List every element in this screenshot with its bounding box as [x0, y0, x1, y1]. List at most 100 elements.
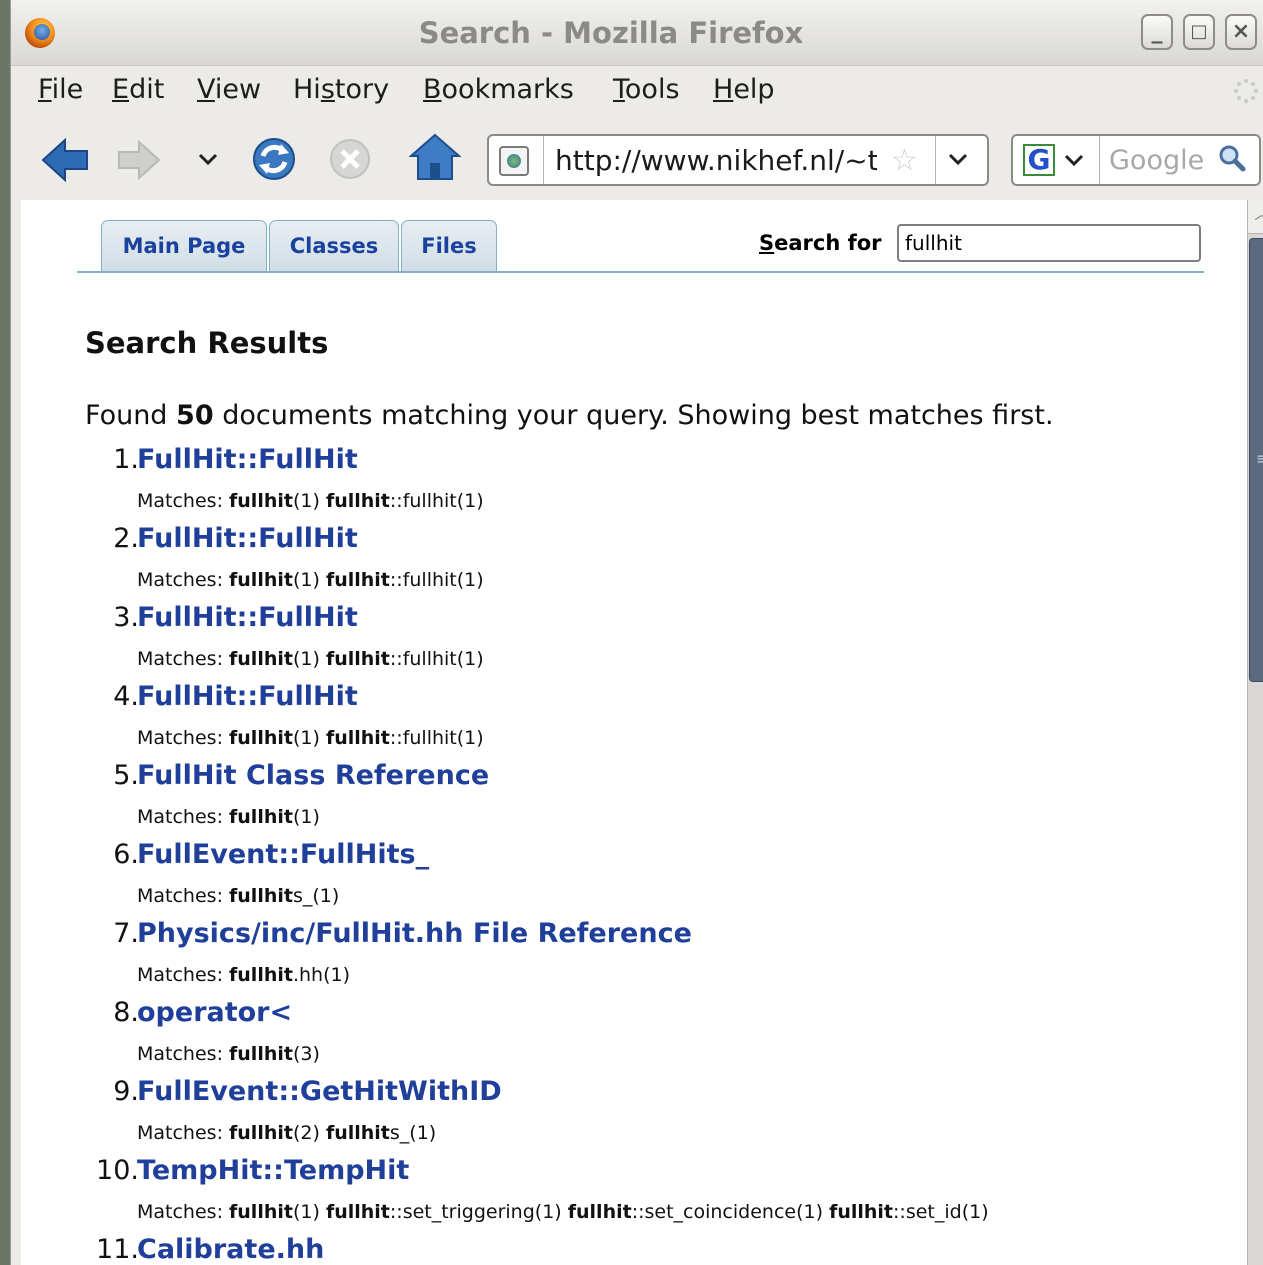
result-link[interactable]: FullEvent::FullHits_: [137, 839, 429, 870]
bookmark-star-icon[interactable]: ☆: [891, 146, 918, 176]
menu-file[interactable]: File: [38, 74, 83, 105]
matches-label: Matches:: [137, 806, 230, 828]
menu-view[interactable]: View: [197, 74, 261, 105]
result-matches: Matches: fullhit(1) fullhit::fullhit(1): [137, 727, 484, 749]
google-engine-icon[interactable]: G: [1023, 144, 1055, 176]
result-matches: Matches: fullhit(1): [137, 806, 320, 828]
result-item: 5. FullHit Class Reference Matches: fullhi…: [21, 758, 1247, 837]
minimize-button[interactable]: _: [1141, 14, 1173, 50]
result-link[interactable]: Calibrate.hh: [137, 1234, 324, 1265]
stop-icon[interactable]: [329, 138, 371, 180]
result-link[interactable]: FullHit::FullHit: [137, 444, 358, 475]
menu-tools[interactable]: Tools: [613, 74, 680, 105]
url-history-dropdown-icon[interactable]: [947, 147, 969, 171]
divider: [543, 136, 544, 184]
result-link[interactable]: FullHit::FullHit: [137, 681, 358, 712]
result-link[interactable]: Physics/inc/FullHit.hh File Reference: [137, 918, 692, 949]
result-link[interactable]: FullHit::FullHit: [137, 523, 358, 554]
result-matches: Matches: fullhit(1) fullhit::fullhit(1): [137, 490, 484, 512]
result-matches: Matches: fullhit(1) fullhit::fullhit(1): [137, 569, 484, 591]
match-term: fullhit: [325, 727, 390, 749]
result-matches: Matches: fullhit(3): [137, 1043, 320, 1065]
scrollbar-thumb[interactable]: ≡: [1249, 238, 1263, 682]
matches-label: Matches:: [137, 648, 230, 670]
match-term: fullhit: [229, 727, 293, 749]
search-input[interactable]: [897, 224, 1201, 262]
tab-main-page[interactable]: Main Page: [101, 220, 267, 272]
window-title: Search - Mozilla Firefox: [418, 16, 804, 50]
browser-window: Search - Mozilla Firefox _ □ × File Edit…: [10, 0, 1263, 1265]
reload-icon[interactable]: [251, 136, 297, 182]
history-dropdown-icon[interactable]: [197, 152, 219, 168]
result-number: 8.: [113, 997, 139, 1028]
back-arrow-icon[interactable]: [41, 138, 91, 182]
forward-arrow-icon[interactable]: [117, 140, 161, 180]
matches-label: Matches:: [137, 885, 230, 907]
search-icon[interactable]: [1218, 144, 1246, 172]
web-search-placeholder[interactable]: Google: [1109, 145, 1204, 176]
match-context: s_(1): [292, 885, 340, 907]
result-matches: Matches: fullhits_(1): [137, 885, 339, 907]
result-number: 7.: [113, 918, 139, 949]
url-bar[interactable]: http://www.nikhef.nl/~t€ ☆: [487, 134, 989, 186]
result-number: 6.: [113, 839, 139, 870]
match-context: (1): [292, 569, 320, 591]
scroll-up-arrow-icon[interactable]: ︿: [1248, 200, 1263, 234]
result-item: 11. Calibrate.hh: [21, 1232, 1247, 1265]
home-icon[interactable]: [409, 132, 461, 182]
result-link[interactable]: FullEvent::GetHitWithID: [137, 1076, 502, 1107]
menu-history[interactable]: History: [293, 74, 389, 105]
result-item: 9. FullEvent::GetHitWithID Matches: fullhi…: [21, 1074, 1247, 1153]
match-term: fullhit: [325, 1122, 390, 1144]
page-content: Main Page Classes Files Search for Searc…: [21, 200, 1247, 1265]
match-term: fullhit: [229, 569, 293, 591]
result-item: 1. FullHit::FullHit Matches: fullhit(1) fu…: [21, 442, 1247, 521]
result-item: 10. TempHit::TempHit Matches: fullhit(1) f…: [21, 1153, 1247, 1232]
match-term: fullhit: [567, 1201, 632, 1223]
match-context: (1): [292, 1201, 320, 1223]
divider: [935, 136, 936, 184]
match-context: (1): [292, 727, 320, 749]
result-item: 7. Physics/inc/FullHit.hh File Reference M…: [21, 916, 1247, 995]
result-number: 11.: [96, 1234, 139, 1265]
match-term: fullhit: [325, 1201, 390, 1223]
result-number: 10.: [96, 1155, 139, 1186]
site-identity-icon[interactable]: [499, 146, 529, 176]
match-context: ::fullhit(1): [389, 490, 484, 512]
result-item: 4. FullHit::FullHit Matches: fullhit(1) fu…: [21, 679, 1247, 758]
matches-label: Matches:: [137, 1043, 230, 1065]
match-term: fullhit: [325, 490, 390, 512]
result-matches: Matches: fullhit(2) fullhits_(1): [137, 1122, 436, 1144]
result-link[interactable]: FullHit::FullHit: [137, 602, 358, 633]
result-item: 8. operator< Matches: fullhit(3): [21, 995, 1247, 1074]
tab-files[interactable]: Files: [401, 220, 497, 272]
menu-bookmarks[interactable]: Bookmarks: [423, 74, 574, 105]
menu-edit[interactable]: Edit: [112, 74, 164, 105]
close-button[interactable]: ×: [1225, 14, 1257, 50]
result-link[interactable]: operator<: [137, 997, 292, 1028]
match-context: (1): [292, 806, 320, 828]
divider: [1099, 136, 1100, 184]
match-term: fullhit: [829, 1201, 894, 1223]
result-link[interactable]: FullHit Class Reference: [137, 760, 489, 791]
menu-help[interactable]: Help: [713, 74, 775, 105]
result-item: 2. FullHit::FullHit Matches: fullhit(1) fu…: [21, 521, 1247, 600]
engine-dropdown-icon[interactable]: [1063, 148, 1085, 172]
maximize-button[interactable]: □: [1183, 14, 1215, 50]
menu-bar: File Edit View History Bookmarks Tools H…: [11, 66, 1263, 116]
match-context: s_(1): [389, 1122, 437, 1144]
web-search-bar[interactable]: G Google: [1011, 134, 1261, 186]
matches-label: Matches:: [137, 569, 230, 591]
result-link[interactable]: TempHit::TempHit: [137, 1155, 409, 1186]
results-summary: Found 50 documents matching your query. …: [85, 400, 1054, 431]
match-context: (1): [292, 648, 320, 670]
match-term: fullhit: [229, 648, 293, 670]
tab-underline: [77, 271, 1204, 273]
grip-icon: ≡: [1256, 449, 1263, 468]
url-text[interactable]: http://www.nikhef.nl/~t€: [555, 144, 877, 177]
vertical-scrollbar[interactable]: ︿ ≡: [1247, 200, 1263, 1265]
search-for-label: Search for: [759, 231, 882, 255]
title-bar[interactable]: Search - Mozilla Firefox _ □ ×: [11, 0, 1263, 66]
tab-classes[interactable]: Classes: [269, 220, 399, 272]
match-term: fullhit: [229, 490, 293, 512]
